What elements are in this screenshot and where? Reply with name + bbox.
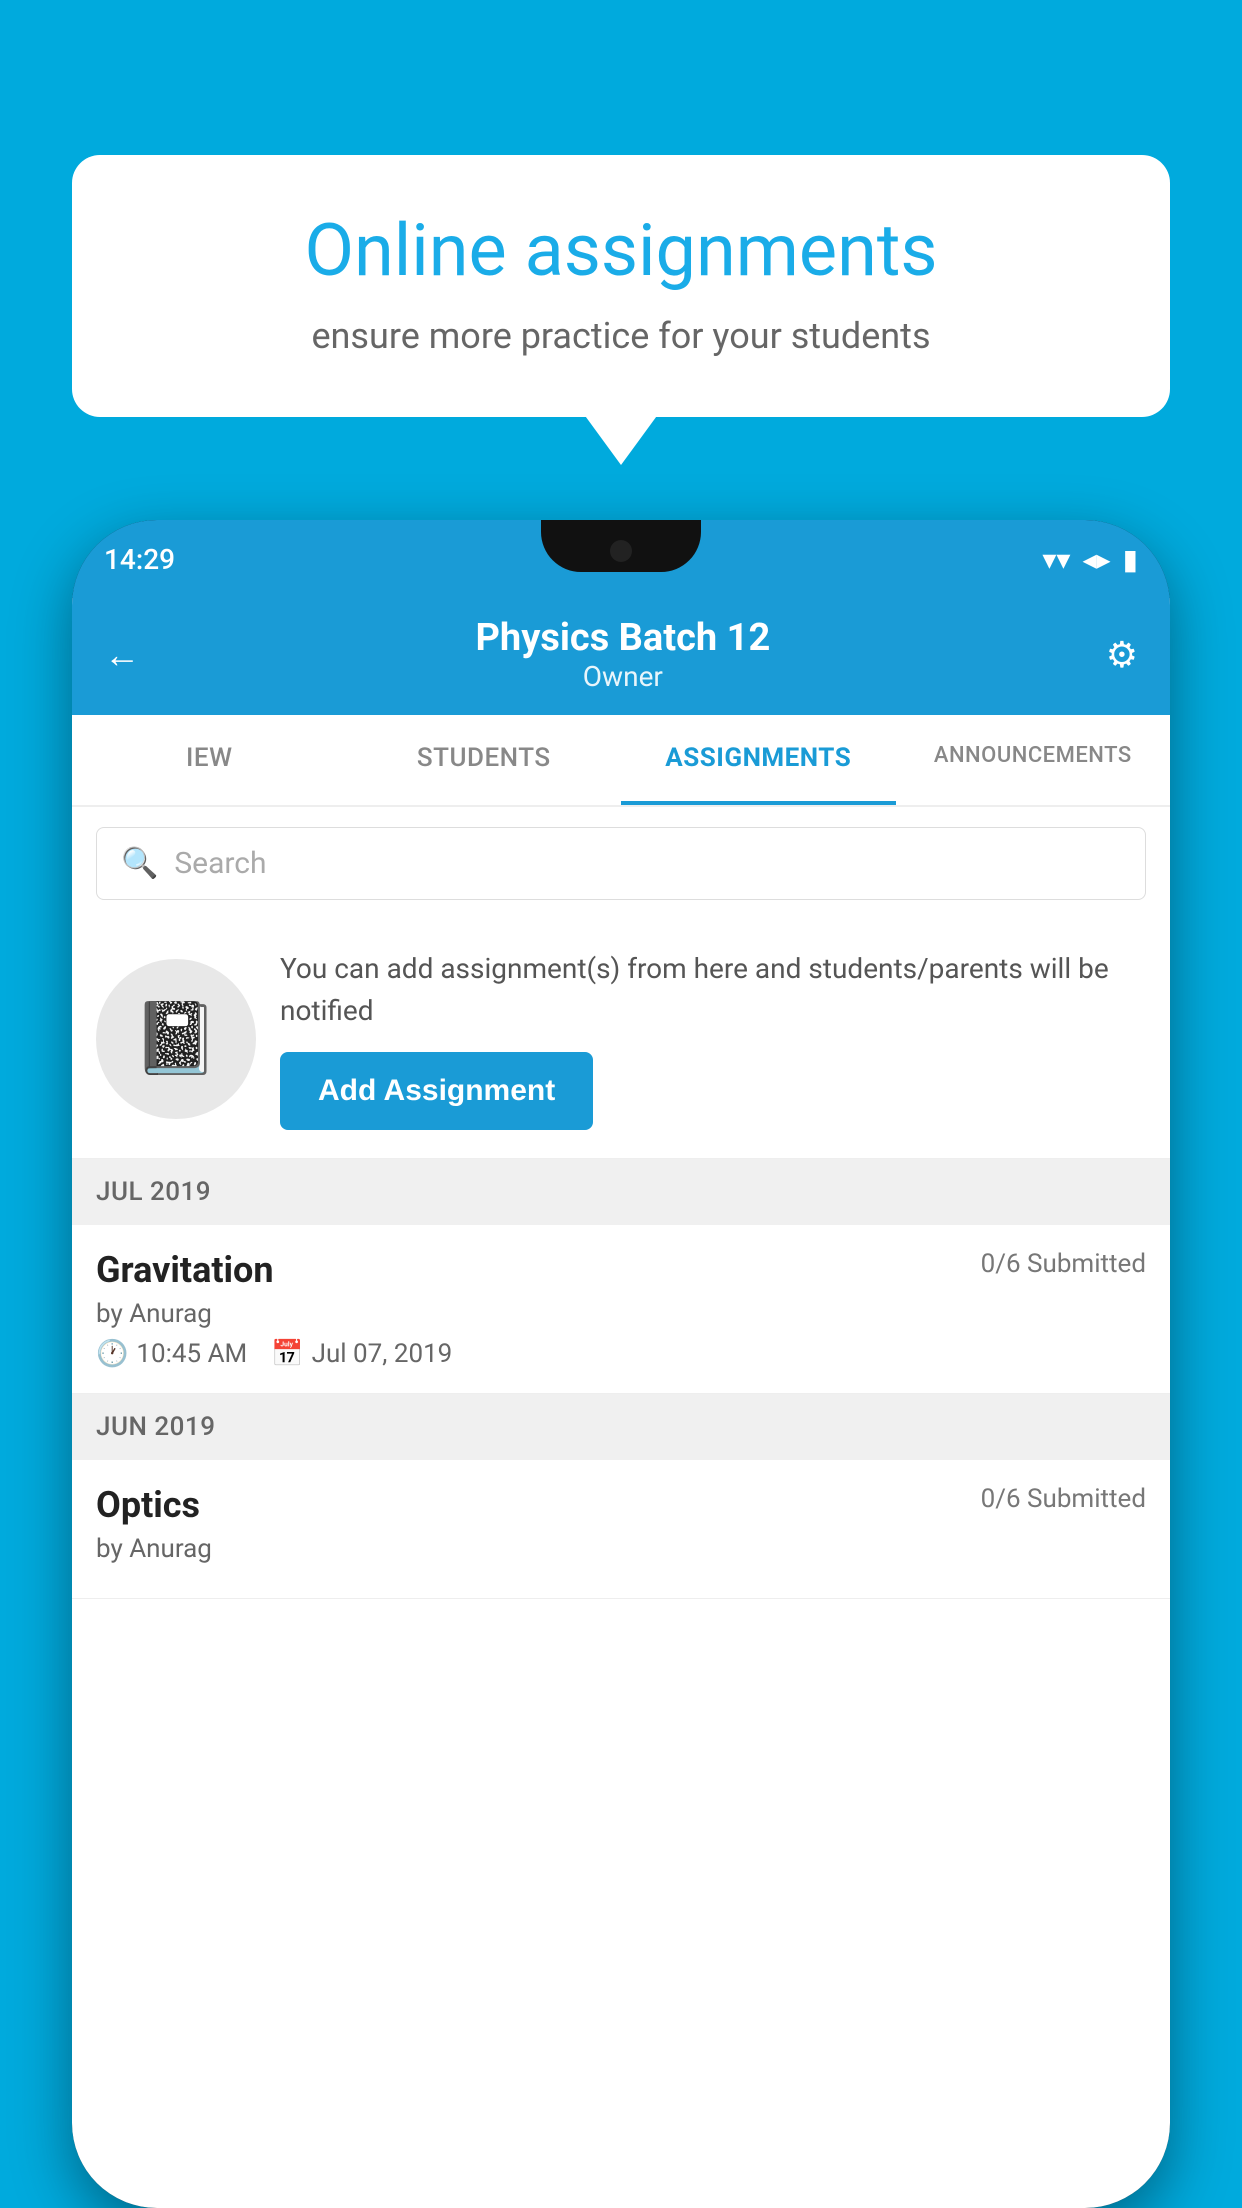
header-title: Physics Batch 12 (475, 616, 770, 660)
speech-bubble: Online assignments ensure more practice … (72, 155, 1170, 417)
clock-icon: 🕐 (96, 1339, 128, 1369)
camera (610, 540, 632, 562)
assignment-date: 📅 Jul 07, 2019 (271, 1339, 452, 1369)
search-container: 🔍 Search (72, 807, 1170, 920)
assignment-optics-submitted: 0/6 Submitted (981, 1484, 1146, 1514)
tab-iew[interactable]: IEW (72, 715, 347, 805)
assignment-gravitation[interactable]: Gravitation 0/6 Submitted by Anurag 🕐 10… (72, 1225, 1170, 1394)
assignment-by: by Anurag (96, 1299, 1146, 1329)
notebook-icon: 📓 (132, 998, 219, 1080)
assignment-meta: 🕐 10:45 AM 📅 Jul 07, 2019 (96, 1339, 1146, 1369)
phone-screen: ← Physics Batch 12 Owner ⚙ IEW STUDENTS … (72, 598, 1170, 2208)
app-header: ← Physics Batch 12 Owner ⚙ (72, 598, 1170, 715)
tab-announcements[interactable]: ANNOUNCEMENTS (896, 715, 1171, 805)
speech-bubble-container: Online assignments ensure more practice … (72, 155, 1170, 417)
assignment-optics-name: Optics (96, 1484, 200, 1526)
header-center: Physics Batch 12 Owner (475, 616, 770, 693)
status-bar: 14:29 ▾▾ ◂▸ ▮ (72, 520, 1170, 598)
assignment-submitted: 0/6 Submitted (981, 1249, 1146, 1279)
search-icon: 🔍 (121, 846, 158, 881)
promo-description: You can add assignment(s) from here and … (280, 948, 1146, 1032)
settings-icon[interactable]: ⚙ (1106, 634, 1138, 676)
battery-icon: ▮ (1123, 543, 1138, 576)
tab-assignments[interactable]: ASSIGNMENTS (621, 715, 896, 805)
assignment-optics[interactable]: Optics 0/6 Submitted by Anurag (72, 1460, 1170, 1599)
assignment-optics-top-row: Optics 0/6 Submitted (96, 1484, 1146, 1526)
signal-icon: ◂▸ (1082, 543, 1110, 576)
status-time: 14:29 (104, 543, 175, 576)
header-subtitle: Owner (475, 660, 770, 693)
add-assignment-button[interactable]: Add Assignment (280, 1052, 593, 1130)
status-icons: ▾▾ ◂▸ ▮ (1042, 543, 1138, 576)
wifi-icon: ▾▾ (1042, 543, 1070, 576)
speech-bubble-subtitle: ensure more practice for your students (137, 315, 1105, 357)
promo-section: 📓 You can add assignment(s) from here an… (72, 920, 1170, 1159)
phone-frame: 14:29 ▾▾ ◂▸ ▮ ← Physics Batch 12 Owner ⚙… (72, 520, 1170, 2208)
assignment-name: Gravitation (96, 1249, 274, 1291)
section-header-jul: JUL 2019 (72, 1159, 1170, 1225)
search-bar[interactable]: 🔍 Search (96, 827, 1146, 900)
speech-bubble-title: Online assignments (137, 210, 1105, 293)
back-button[interactable]: ← (104, 634, 140, 676)
promo-icon-circle: 📓 (96, 959, 256, 1119)
assignment-top-row: Gravitation 0/6 Submitted (96, 1249, 1146, 1291)
notch (541, 520, 701, 572)
assignment-optics-by: by Anurag (96, 1534, 1146, 1564)
tabs-bar: IEW STUDENTS ASSIGNMENTS ANNOUNCEMENTS (72, 715, 1170, 807)
promo-text-area: You can add assignment(s) from here and … (280, 948, 1146, 1130)
assignment-time: 🕐 10:45 AM (96, 1339, 247, 1369)
tab-students[interactable]: STUDENTS (347, 715, 622, 805)
calendar-icon: 📅 (271, 1339, 303, 1369)
search-placeholder: Search (174, 846, 266, 881)
section-header-jun: JUN 2019 (72, 1394, 1170, 1460)
